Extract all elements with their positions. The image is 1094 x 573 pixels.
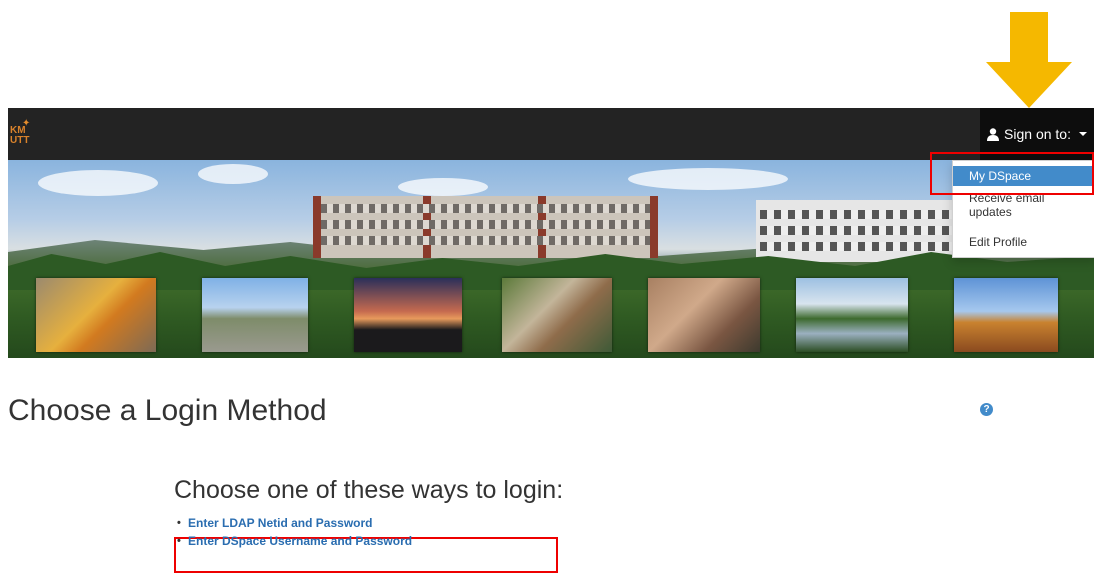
ldap-login-link[interactable]: Enter LDAP Netid and Password [188,516,372,530]
login-methods-list: Enter LDAP Netid and Password Enter DSpa… [174,514,412,550]
list-item: Enter LDAP Netid and Password [174,514,412,532]
site-logo[interactable]: ✦ KM UTT [10,118,34,148]
banner-photo-river [796,278,908,352]
banner-photo-buddha [36,278,156,352]
banner-photo-market [502,278,612,352]
banner-photo-temple [954,278,1058,352]
banner-photo-craftsman [648,278,760,352]
annotation-arrow-icon [986,12,1072,108]
list-item: Enter DSpace Username and Password [174,532,412,550]
sign-on-label: Sign on to: [1004,126,1071,142]
annotation-highlight-my-dspace [930,152,1094,195]
page-title: Choose a Login Method [8,394,327,427]
logo-text-bottom: UTT [10,135,30,146]
user-icon [987,127,1000,141]
help-icon[interactable]: ? [980,403,993,416]
login-methods-heading: Choose one of these ways to login: [174,476,564,504]
menu-item-edit-profile[interactable]: Edit Profile [953,234,1094,250]
banner-photo-sunset [354,278,462,352]
menu-item-receive-email-updates[interactable]: Receive email updates [953,191,1073,219]
caret-down-icon [1078,132,1087,136]
banner-photo-railway [202,278,308,352]
dspace-login-link[interactable]: Enter DSpace Username and Password [188,534,412,548]
